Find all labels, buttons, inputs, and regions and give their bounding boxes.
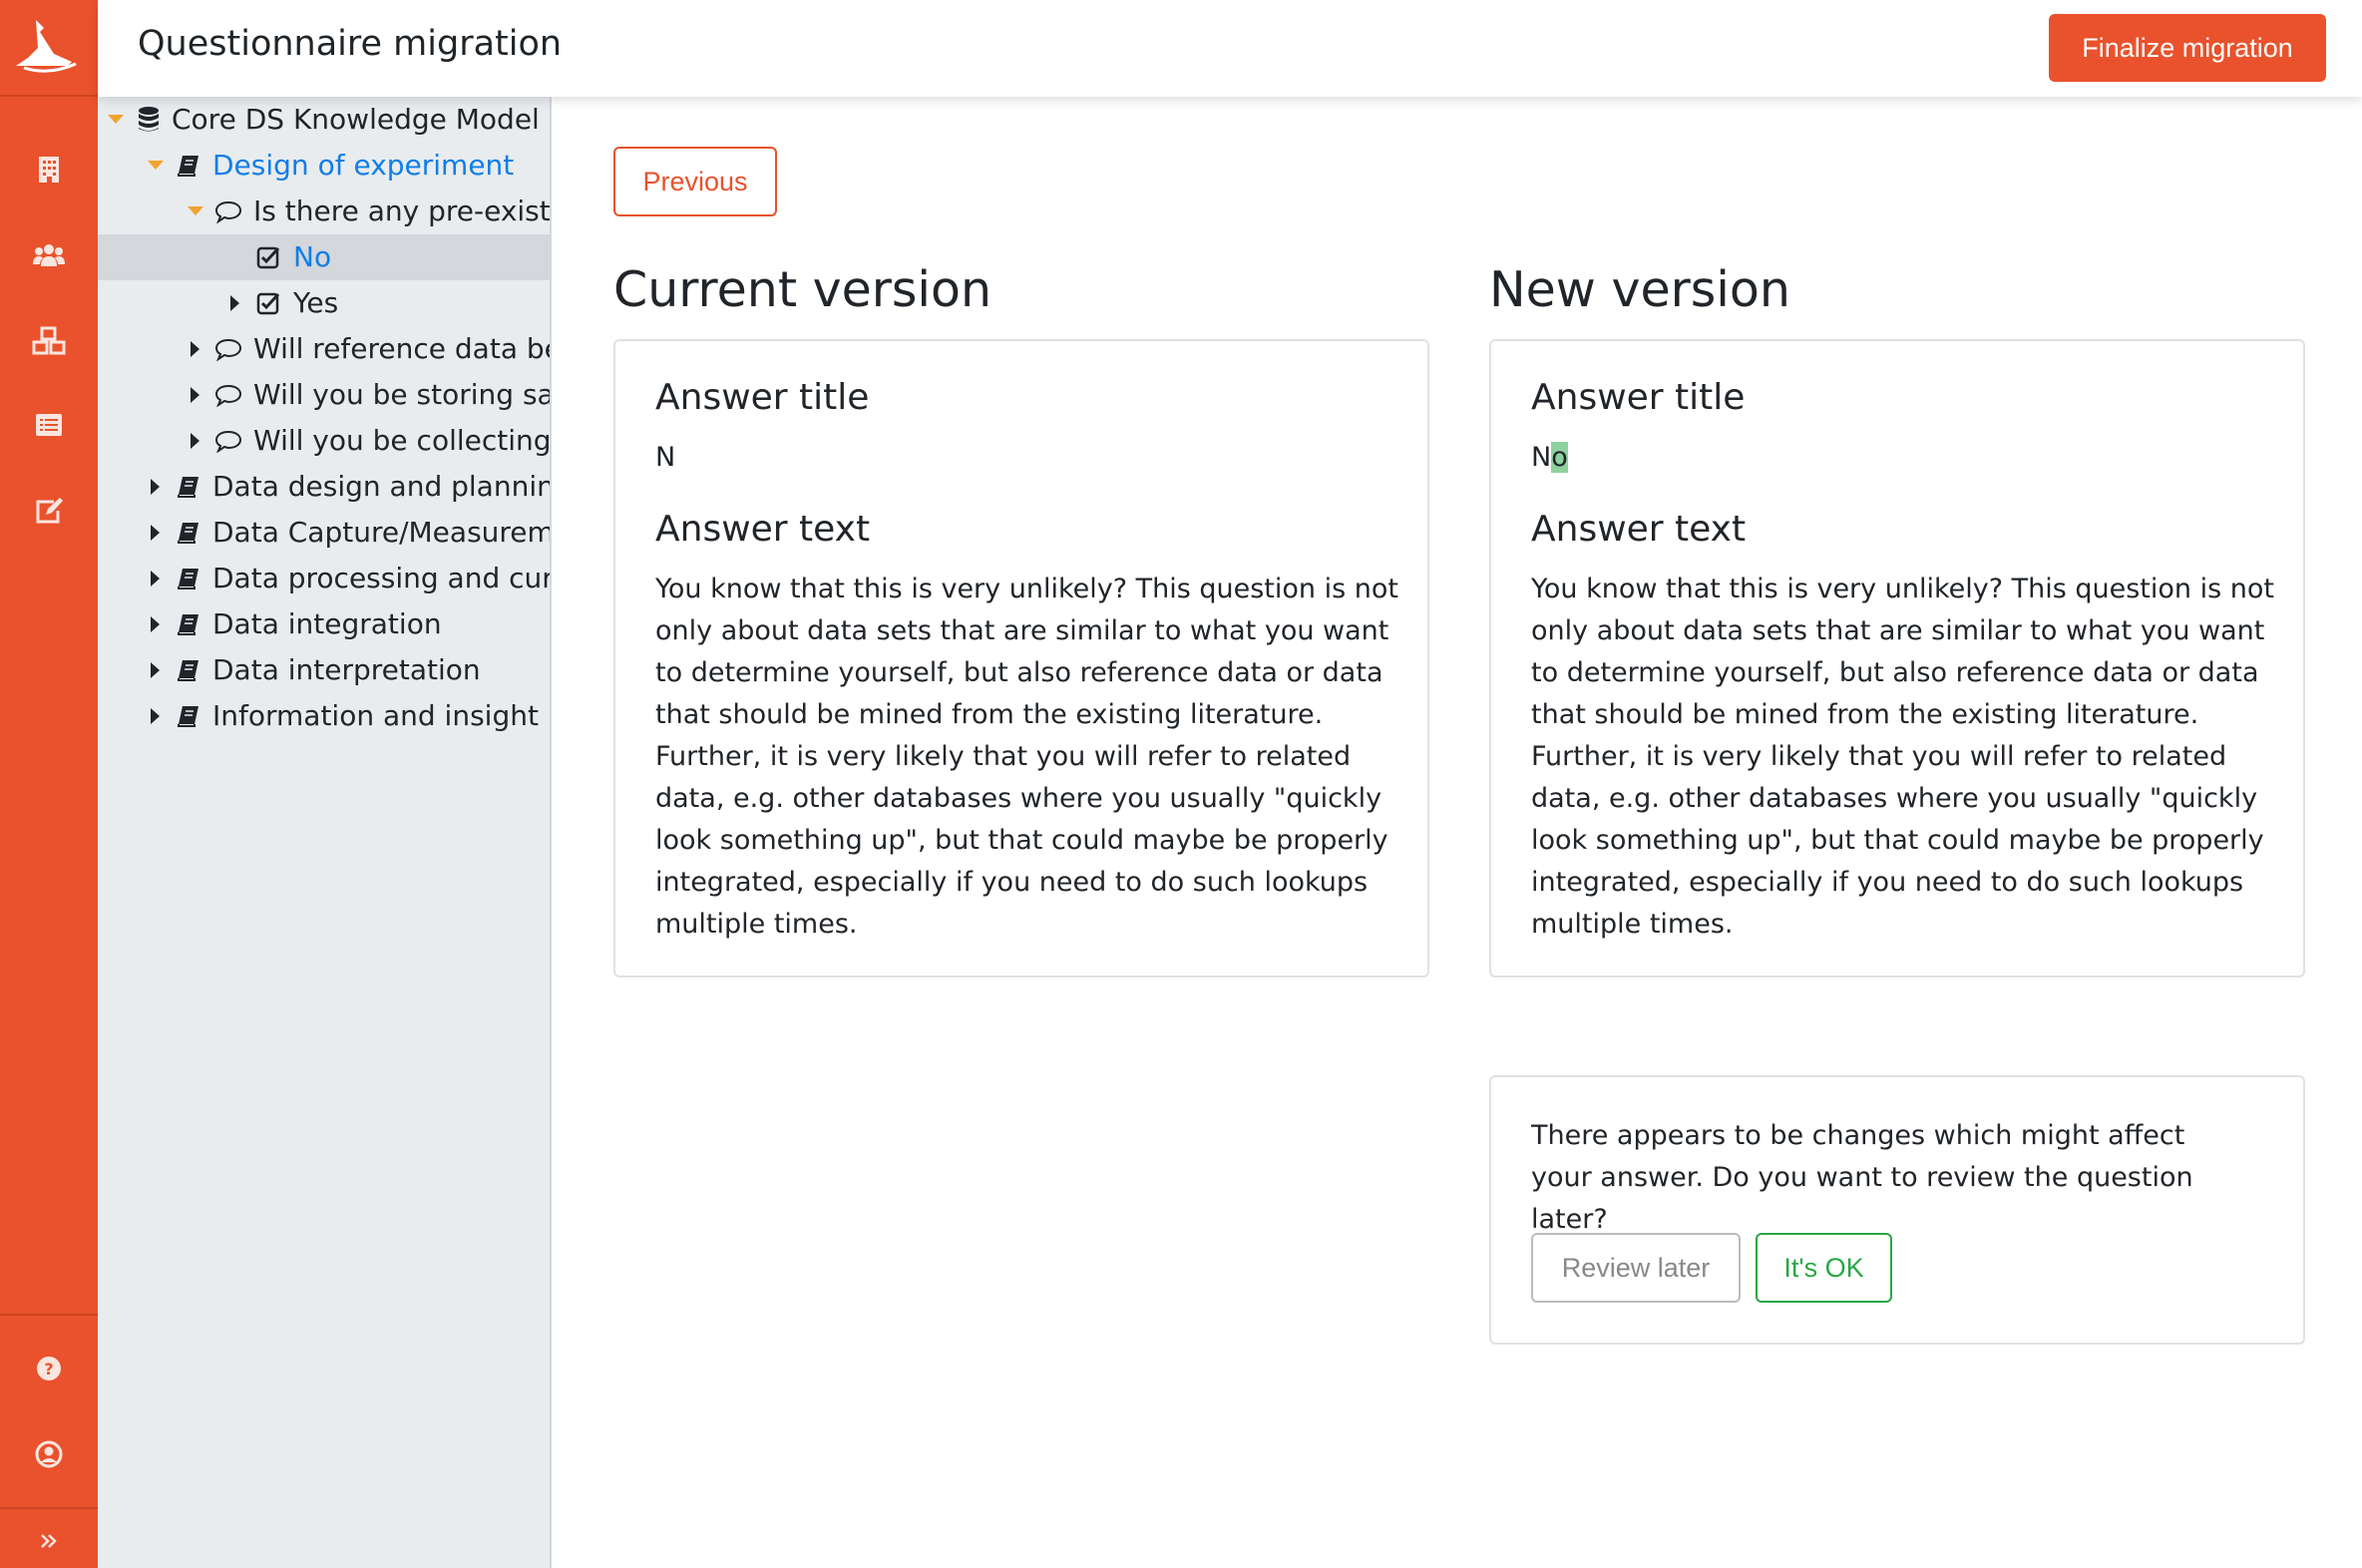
tree-node-question[interactable]: Will you be collecting ex (98, 418, 552, 464)
answer-text-label: Answer text (1531, 509, 1747, 550)
user-circle-icon[interactable] (29, 1434, 69, 1474)
caret-right-icon[interactable] (146, 647, 166, 693)
tree-node-label: Data design and planning (212, 470, 552, 503)
answer-title-label: Answer title (1531, 377, 1746, 418)
review-later-button[interactable]: Review later (1531, 1233, 1741, 1303)
finalize-migration-button[interactable]: Finalize migration (2049, 14, 2326, 82)
caret-right-icon[interactable] (146, 510, 166, 556)
double-chevron-right-icon[interactable] (29, 1521, 69, 1561)
tree-node-km[interactable]: Core DS Knowledge Model (98, 97, 550, 143)
users-icon[interactable] (29, 235, 69, 275)
answer-text-label: Answer text (655, 509, 871, 550)
its-ok-button[interactable]: It's OK (1756, 1233, 1892, 1303)
answer-text-value: You know that this is very unlikely? Thi… (1531, 574, 2274, 940)
book-icon (174, 464, 203, 510)
caret-right-icon[interactable] (146, 693, 166, 739)
knowledge-model-tree: Core DS Knowledge Model Design of experi… (98, 97, 552, 1568)
book-icon (174, 647, 203, 693)
review-notice-text: There appears to be changes which might … (1531, 1120, 2193, 1235)
tree-node-chapter[interactable]: Data design and planning (98, 464, 552, 510)
tree-node-chapter[interactable]: Data integration (98, 601, 550, 647)
tree-node-label: Design of experiment (212, 149, 515, 182)
tree-node-label: Is there any pre-existing (253, 195, 551, 227)
tree-node-label: Data processing and curatio (212, 562, 552, 594)
tree-node-chapter[interactable]: Data processing and curatio (98, 556, 552, 601)
caret-right-icon[interactable] (186, 372, 205, 418)
building-icon[interactable] (29, 150, 69, 190)
tree-node-label: Will you be storing sam (253, 378, 552, 411)
app-sidebar: ? (0, 0, 98, 1568)
database-icon (134, 97, 164, 143)
tree-node-chapter[interactable]: Data Capture/Measuremen (98, 510, 550, 556)
cubes-icon[interactable] (29, 321, 69, 361)
caret-down-icon[interactable] (106, 97, 126, 143)
caret-right-icon[interactable] (146, 556, 166, 601)
comment-icon (213, 372, 243, 418)
main-content: Previous Current version New version Ans… (554, 97, 2362, 1568)
caret-right-icon[interactable] (225, 280, 245, 326)
answer-title-value: N (655, 442, 676, 473)
check-square-icon (253, 234, 283, 280)
tree-node-label: Yes (293, 286, 339, 319)
svg-text:?: ? (44, 1360, 53, 1378)
answer-title-value: No (1531, 437, 1568, 479)
tree-node-label: Core DS Knowledge Model (172, 103, 540, 136)
caret-right-icon[interactable] (146, 464, 166, 510)
caret-right-icon[interactable] (186, 326, 205, 372)
tree-node-label: Information and insight (212, 699, 539, 732)
caret-down-icon[interactable] (146, 143, 166, 189)
tree-node-label: Data Capture/Measuremen (212, 516, 550, 549)
caret-right-icon[interactable] (146, 601, 166, 647)
previous-button[interactable]: Previous (613, 147, 777, 216)
app-logo[interactable] (0, 0, 98, 97)
answer-title-label: Answer title (655, 377, 870, 418)
new-version-heading: New version (1489, 261, 1790, 318)
tree-node-chapter[interactable]: Information and insight (98, 693, 550, 739)
book-icon (174, 510, 203, 556)
caret-down-icon[interactable] (186, 189, 205, 234)
edit-icon[interactable] (29, 491, 69, 531)
list-icon[interactable] (29, 405, 69, 445)
question-circle-icon[interactable]: ? (29, 1349, 69, 1388)
answer-title-diff-added: o (1551, 442, 1568, 473)
comment-icon (213, 189, 243, 234)
tree-node-answer-selected[interactable]: No (98, 234, 550, 280)
tree-node-label: Will reference data be c (253, 332, 550, 365)
top-header: Questionnaire migration Finalize migrati… (98, 0, 2362, 97)
book-icon (174, 601, 203, 647)
tree-node-answer[interactable]: Yes (98, 280, 550, 326)
comment-icon (213, 418, 243, 464)
answer-title-unchanged: N (1531, 442, 1552, 473)
tree-node-chapter[interactable]: Design of experiment (98, 143, 550, 189)
book-icon (174, 693, 203, 739)
check-square-icon (253, 280, 283, 326)
tree-node-label: Data integration (212, 607, 442, 640)
review-notice-card: There appears to be changes which might … (1489, 1075, 2305, 1345)
tree-node-label: Will you be collecting ex (253, 424, 552, 457)
tree-node-label: Data interpretation (212, 653, 481, 686)
comment-icon (213, 326, 243, 372)
current-version-heading: Current version (613, 261, 992, 318)
answer-text-value: You know that this is very unlikely? Thi… (655, 574, 1398, 940)
tree-node-question[interactable]: Is there any pre-existing (98, 189, 551, 234)
sidebar-divider (0, 1507, 98, 1509)
tree-node-chapter[interactable]: Data interpretation (98, 647, 550, 693)
page-title: Questionnaire migration (138, 24, 563, 64)
new-version-card: Answer title No Answer text You know tha… (1489, 339, 2305, 978)
caret-right-icon[interactable] (186, 418, 205, 464)
tree-node-question[interactable]: Will reference data be c (98, 326, 550, 372)
tree-node-label: No (293, 240, 332, 273)
wizard-hat-icon (16, 20, 77, 73)
book-icon (174, 143, 203, 189)
tree-node-question[interactable]: Will you be storing sam (98, 372, 552, 418)
book-icon (174, 556, 203, 601)
current-version-card: Answer title N Answer text You know that… (613, 339, 1429, 978)
sidebar-divider (0, 1314, 98, 1316)
